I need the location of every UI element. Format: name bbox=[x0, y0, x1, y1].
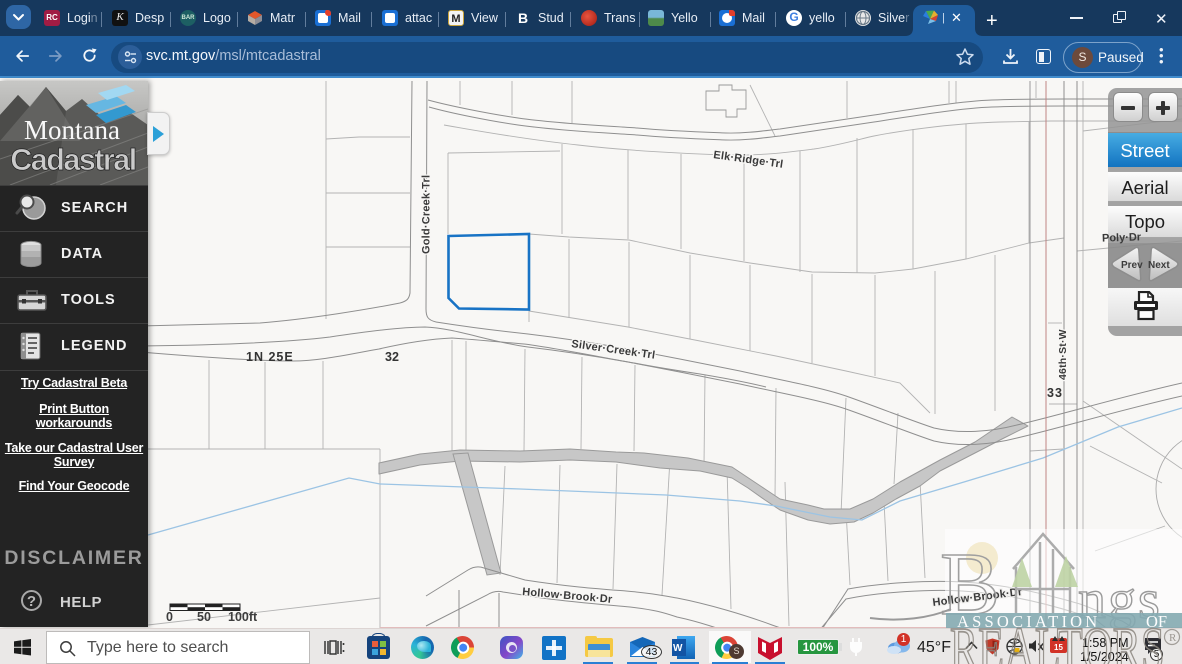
svg-text:0: 0 bbox=[166, 610, 173, 624]
svg-text:OF: OF bbox=[1146, 612, 1167, 629]
svg-text:32: 32 bbox=[385, 350, 399, 364]
svg-text:Cadastral: Cadastral bbox=[10, 143, 136, 177]
svg-text:50: 50 bbox=[197, 610, 211, 624]
svg-text:Silver·Creek·Trl: Silver·Creek·Trl bbox=[571, 338, 656, 362]
svg-text:Gold·Creek·Trl: Gold·Creek·Trl bbox=[421, 174, 433, 253]
svg-text:Prev: Prev bbox=[1121, 260, 1143, 271]
svg-text:46th·St·W: 46th·St·W bbox=[1057, 329, 1069, 380]
svg-text:Next: Next bbox=[1148, 260, 1170, 271]
svg-text:1N 25E: 1N 25E bbox=[246, 350, 294, 364]
svg-text:100ft: 100ft bbox=[228, 610, 258, 624]
svg-text:ASSOCIATION: ASSOCIATION bbox=[957, 612, 1100, 629]
svg-text:Elk·Ridge·Trl: Elk·Ridge·Trl bbox=[713, 149, 784, 171]
svg-text:Montana: Montana bbox=[24, 115, 120, 145]
svg-text:33: 33 bbox=[1047, 386, 1063, 400]
